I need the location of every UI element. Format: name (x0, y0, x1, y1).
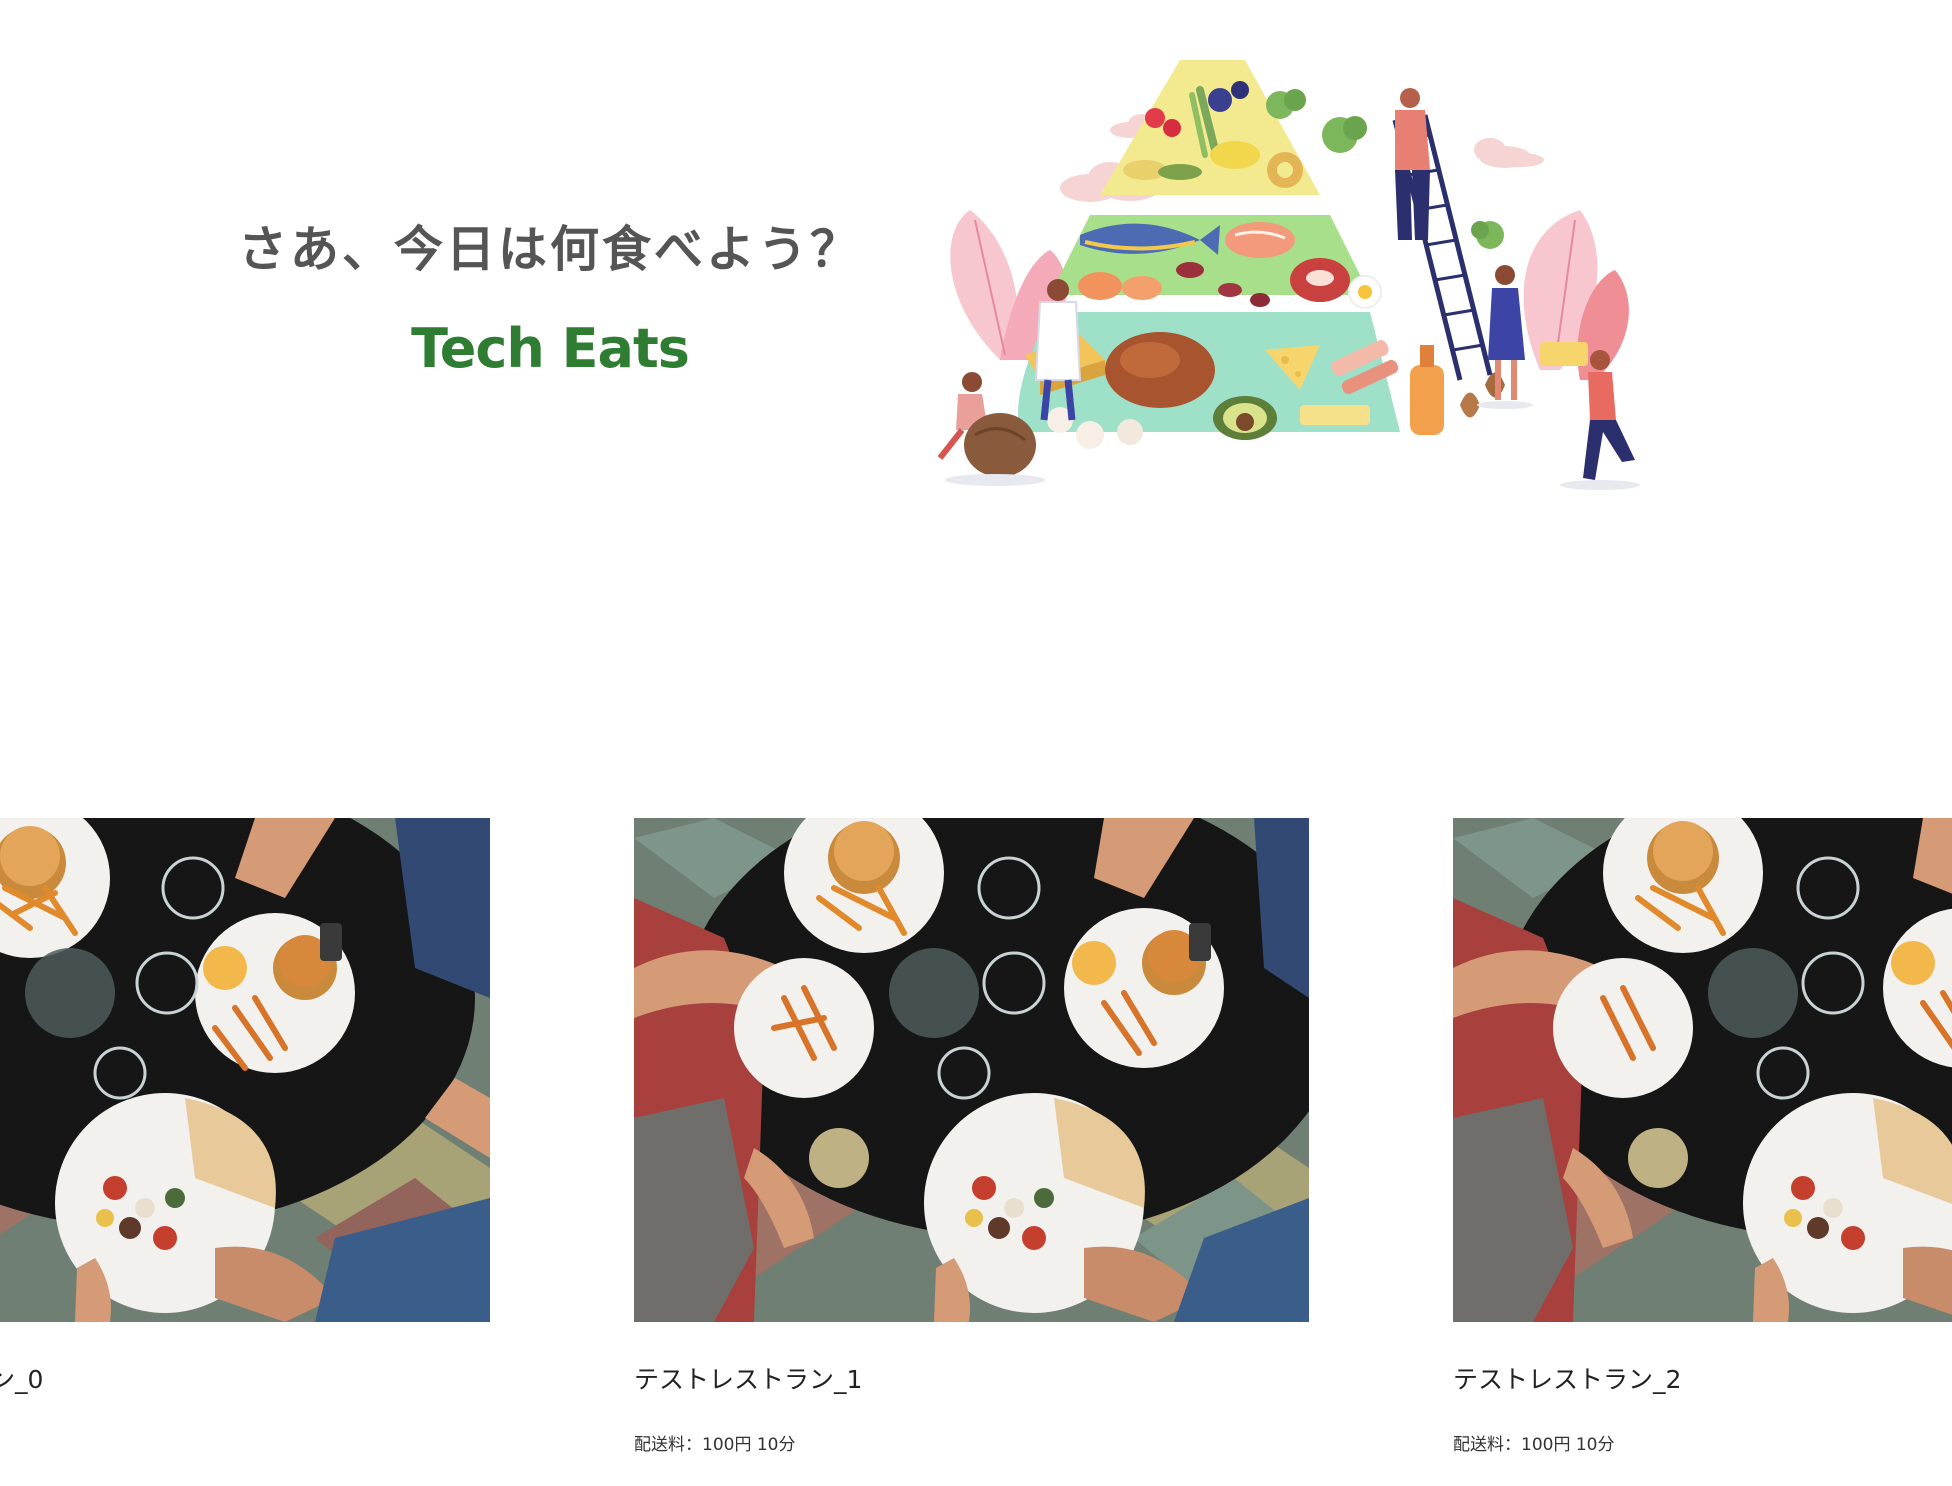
hero-tagline: さあ、今日は何食べよう？ (237, 221, 862, 278)
page: さあ、今日は何食べよう？ Tech Eats ン_0 テストレストラン_1 配送… (0, 0, 1952, 1486)
restaurant-card[interactable]: テストレストラン_2 配送料：100円 10分 (1453, 818, 1952, 1455)
restaurant-name[interactable]: テストレストラン_0 (0, 1360, 490, 1396)
food-table-photo[interactable] (634, 818, 1309, 1322)
restaurant-name[interactable]: テストレストラン_2 (1453, 1360, 1952, 1396)
restaurant-card[interactable]: テストレストラン_0 (0, 818, 490, 1396)
hero-text: さあ、今日は何食べよう？ Tech Eats (230, 210, 870, 380)
restaurant-name[interactable]: テストレストラン_1 (634, 1360, 1309, 1396)
delivery-info: 配送料：100円 10分 (1453, 1435, 1615, 1455)
brand-logo-text: Tech Eats (411, 317, 690, 380)
delivery-info: 配送料：100円 10分 (634, 1435, 796, 1455)
food-pyramid-illustration (937, 60, 1640, 490)
food-table-photo[interactable] (0, 818, 490, 1322)
restaurant-card[interactable]: テストレストラン_1 配送料：100円 10分 (634, 818, 1309, 1455)
food-table-photo[interactable] (1453, 818, 1952, 1322)
